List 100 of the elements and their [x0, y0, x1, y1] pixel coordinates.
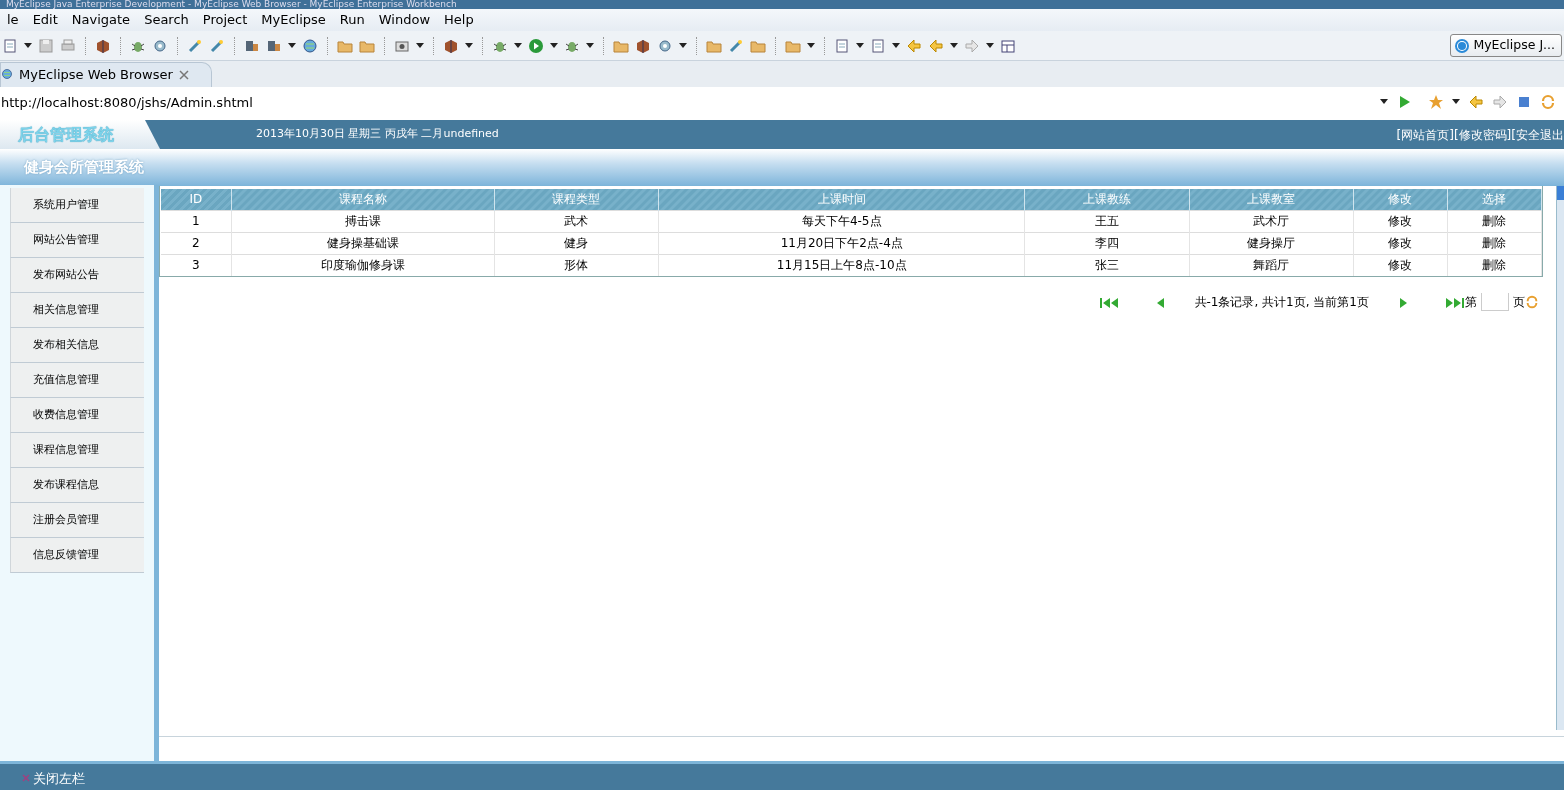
- layout-icon[interactable]: [1000, 37, 1016, 54]
- header-link[interactable]: [修改密码]: [1453, 125, 1512, 144]
- table-cell: 张三: [1024, 254, 1190, 276]
- sidebar-item[interactable]: 网站公告管理: [10, 223, 144, 258]
- column-header: 选择: [1447, 189, 1542, 210]
- printer-icon[interactable]: [60, 37, 76, 54]
- table-cell: 11月15日上午8点-10点: [658, 254, 1025, 276]
- dropdown-caret-icon[interactable]: [1452, 99, 1460, 104]
- page-number-field[interactable]: [1481, 293, 1509, 311]
- dropdown-caret-icon[interactable]: [950, 42, 958, 48]
- left-arrow-icon[interactable]: [928, 37, 944, 54]
- table-link[interactable]: 修改: [1353, 210, 1448, 232]
- cube-icon[interactable]: [443, 37, 459, 54]
- dropdown-caret-icon[interactable]: [416, 42, 424, 48]
- dropdown-caret-icon[interactable]: [1380, 99, 1388, 104]
- gear-icon[interactable]: [152, 37, 168, 54]
- sidebar-item[interactable]: 相关信息管理: [10, 293, 144, 328]
- dropdown-caret-icon[interactable]: [856, 42, 864, 48]
- close-sidebar-link[interactable]: 关闭左栏: [33, 768, 85, 789]
- menu-item[interactable]: Help: [437, 10, 481, 30]
- go-icon[interactable]: [1525, 295, 1539, 309]
- page-summary: 共-1条记录, 共计1页, 当前第1页: [1194, 294, 1369, 311]
- sidebar-item[interactable]: 充值信息管理: [10, 363, 144, 398]
- table-link[interactable]: 修改: [1353, 232, 1448, 254]
- table-link[interactable]: 删除: [1447, 232, 1542, 254]
- table-cell: 王五: [1024, 210, 1190, 232]
- menu-item[interactable]: Project: [195, 10, 255, 30]
- column-header: ID: [161, 189, 232, 210]
- table-cell: 健身操厅: [1189, 232, 1354, 254]
- globe-icon[interactable]: [1, 68, 13, 81]
- perspective-button[interactable]: MyEclipse J...: [1450, 34, 1562, 57]
- page-icon[interactable]: [834, 37, 850, 54]
- table-cell: 李四: [1024, 232, 1190, 254]
- left-arrow-icon[interactable]: [906, 37, 922, 54]
- dropdown-caret-icon[interactable]: [986, 42, 994, 48]
- page-icon[interactable]: [870, 37, 886, 54]
- column-header: 课程名称: [231, 189, 495, 210]
- wand-icon[interactable]: [209, 37, 225, 54]
- page-label: 页: [1513, 294, 1525, 311]
- dropdown-caret-icon[interactable]: [514, 42, 522, 48]
- sidebar-item[interactable]: 发布课程信息: [10, 468, 144, 503]
- column-header: 上课教室: [1189, 189, 1354, 210]
- cube-icon[interactable]: [635, 37, 651, 54]
- sidebar-item[interactable]: 发布相关信息: [10, 328, 144, 363]
- column-header: 课程类型: [494, 189, 659, 210]
- first-page-icon[interactable]: [1098, 296, 1119, 309]
- table-link[interactable]: 删除: [1447, 210, 1542, 232]
- sidebar-item[interactable]: 注册会员管理: [10, 503, 144, 538]
- sidebar-item[interactable]: 发布网站公告: [10, 258, 144, 293]
- table-link[interactable]: 修改: [1353, 254, 1448, 276]
- star-icon[interactable]: [1428, 94, 1444, 110]
- dropdown-caret-icon[interactable]: [679, 42, 687, 48]
- refresh-icon[interactable]: [1540, 94, 1556, 110]
- site-logo: 后台管理系统: [0, 120, 160, 149]
- dropdown-caret-icon[interactable]: [465, 42, 473, 48]
- gear-icon[interactable]: [657, 37, 673, 54]
- table-cell: 健身操基础课: [231, 232, 495, 254]
- editor-tab[interactable]: MyEclipse Web Browser: [0, 61, 212, 87]
- last-page-icon[interactable]: [1445, 296, 1465, 309]
- globe-icon[interactable]: [302, 37, 318, 54]
- dropdown-caret-icon[interactable]: [807, 42, 815, 48]
- sidebar-item[interactable]: 信息反馈管理: [10, 538, 144, 573]
- menu-item[interactable]: Search: [137, 10, 196, 30]
- left-arrow-icon[interactable]: [1468, 94, 1484, 110]
- wand-icon[interactable]: [728, 37, 744, 54]
- table-cell: 武术: [494, 210, 659, 232]
- stop-icon[interactable]: [1516, 94, 1532, 110]
- cube-icon[interactable]: [95, 37, 111, 54]
- dropdown-caret-icon[interactable]: [288, 42, 296, 48]
- table-cell: 健身: [494, 232, 659, 254]
- table-cell: 武术厅: [1189, 210, 1354, 232]
- dropdown-caret-icon[interactable]: [550, 42, 558, 48]
- header-link[interactable]: [安全退出: [1511, 125, 1564, 144]
- table-cell: 搏击课: [231, 210, 495, 232]
- menu-item[interactable]: Window: [371, 10, 437, 30]
- menu-item[interactable]: le: [0, 10, 26, 30]
- menu-item[interactable]: Edit: [25, 10, 65, 30]
- menu-item[interactable]: MyEclipse: [254, 10, 333, 30]
- sidebar-item[interactable]: 收费信息管理: [10, 398, 144, 433]
- right-arrow-icon[interactable]: [964, 37, 980, 54]
- dropdown-caret-icon[interactable]: [892, 42, 900, 48]
- menu-item[interactable]: Navigate: [64, 10, 138, 30]
- page-icon[interactable]: [2, 37, 18, 54]
- column-header: 上课时间: [658, 189, 1025, 210]
- tab-label[interactable]: MyEclipse Web Browser: [19, 64, 173, 84]
- table-cell: 11月20日下午2点-4点: [658, 232, 1025, 254]
- system-title: 健身会所管理系统: [0, 149, 1564, 185]
- right-arrow-icon[interactable]: [1492, 94, 1508, 110]
- column-header: 上课教练: [1024, 189, 1190, 210]
- play-icon[interactable]: [528, 37, 544, 54]
- table-link[interactable]: 删除: [1447, 254, 1542, 276]
- dropdown-caret-icon[interactable]: [586, 42, 594, 48]
- menu-item[interactable]: Run: [332, 10, 372, 30]
- sidebar-item[interactable]: 系统用户管理: [10, 188, 144, 223]
- dropdown-caret-icon[interactable]: [24, 42, 32, 48]
- sidebar-item[interactable]: 课程信息管理: [10, 433, 144, 468]
- table-cell: 1: [161, 210, 232, 232]
- header-link[interactable]: [网站首页]: [1396, 125, 1454, 144]
- wand-icon[interactable]: [187, 37, 203, 54]
- page-label: 第: [1465, 294, 1477, 311]
